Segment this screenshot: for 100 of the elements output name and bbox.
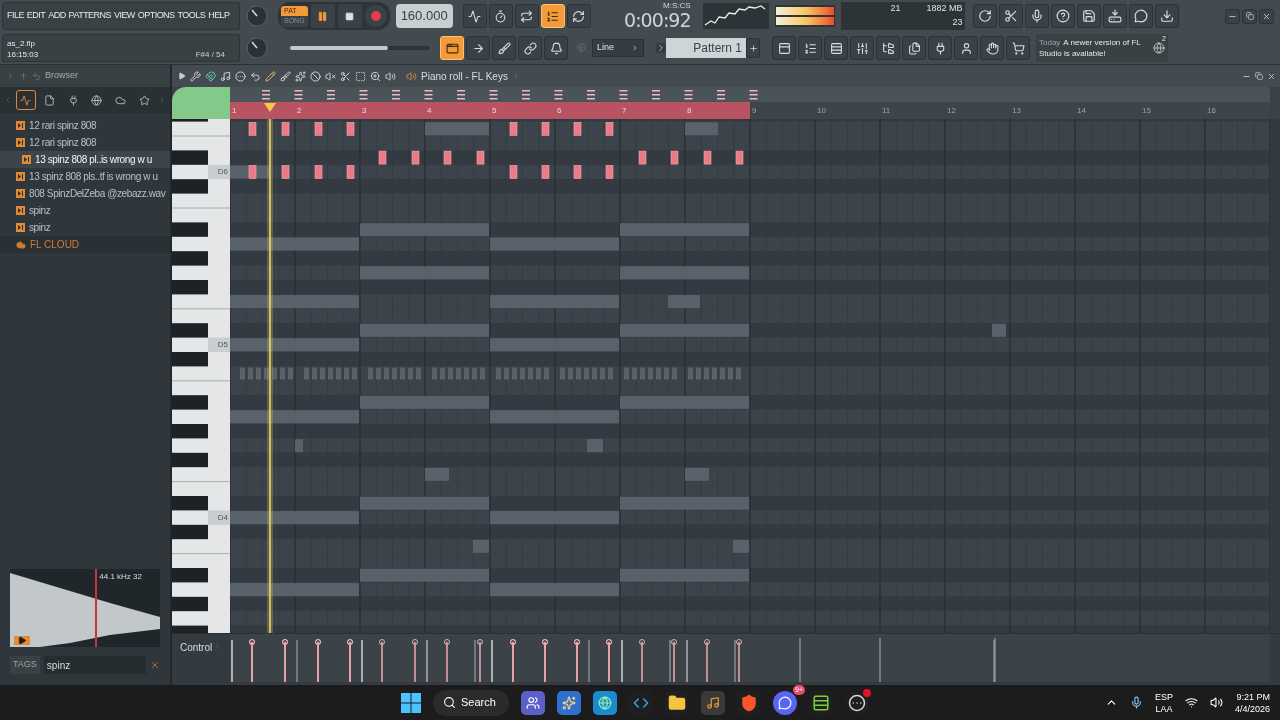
undo-icon[interactable] <box>250 70 261 82</box>
bar-number[interactable]: 3 <box>360 102 425 119</box>
taskbar-button[interactable] <box>773 690 797 715</box>
help-button[interactable] <box>1050 4 1075 28</box>
close-icon[interactable] <box>1267 71 1276 81</box>
close-icon[interactable] <box>150 660 160 670</box>
restore-icon[interactable] <box>1255 71 1263 80</box>
wrench-icon[interactable] <box>190 70 201 82</box>
microphone-icon[interactable] <box>1129 696 1143 709</box>
play-icon[interactable] <box>178 72 186 80</box>
clock-date[interactable]: 4/4/2026 <box>1234 702 1270 715</box>
taskbar-button[interactable] <box>701 690 725 715</box>
knob-icon[interactable] <box>246 37 268 59</box>
tool-button[interactable] <box>518 36 542 60</box>
snap-dropdown[interactable]: Line <box>592 39 644 57</box>
tool-button[interactable] <box>492 36 516 60</box>
start-icon[interactable] <box>401 692 421 713</box>
velocity-drawing[interactable] <box>230 634 1270 682</box>
save-button[interactable] <box>1076 4 1101 28</box>
mute-icon[interactable] <box>325 70 336 82</box>
wifi-icon[interactable] <box>1184 696 1198 709</box>
taskbar-button[interactable] <box>557 690 581 715</box>
cloud-item[interactable]: FL CLOUD <box>0 236 170 253</box>
bar-number[interactable]: 15 <box>1140 102 1205 119</box>
magnet-icon[interactable] <box>205 70 216 82</box>
bar-number[interactable]: 8 <box>685 102 750 119</box>
menu-item[interactable]: PATTERNS <box>68 9 111 23</box>
pattern-selector[interactable]: Pattern 1 <box>666 38 746 58</box>
main-slider[interactable] <box>290 46 430 50</box>
bar-number[interactable]: 9 <box>750 102 815 119</box>
bar-number[interactable]: 11 <box>880 102 945 119</box>
hand-button[interactable] <box>980 36 1004 60</box>
plug-button[interactable] <box>928 36 952 60</box>
toggle-button[interactable] <box>514 4 539 28</box>
menu-item[interactable]: ADD <box>48 9 66 23</box>
browser-item[interactable]: 12 rari spinz 808 <box>0 117 170 134</box>
person-button[interactable] <box>954 36 978 60</box>
folder-tree-button[interactable] <box>876 36 900 60</box>
menu-item[interactable]: EDIT <box>26 9 46 23</box>
bar-number[interactable]: 13 <box>1010 102 1075 119</box>
bar-number[interactable]: 1 <box>230 102 295 119</box>
clock-time[interactable]: 9:21 PM <box>1236 690 1270 703</box>
browser-item[interactable]: spinz <box>0 202 170 219</box>
scissors-button[interactable] <box>998 4 1023 28</box>
speaker-icon[interactable] <box>385 70 396 82</box>
bar-number[interactable]: 4 <box>425 102 490 119</box>
rows-button[interactable] <box>824 36 848 60</box>
download-button[interactable] <box>1154 4 1179 28</box>
waveform-tab[interactable] <box>15 90 36 110</box>
restore-button[interactable] <box>1242 8 1257 24</box>
pencil-icon[interactable] <box>265 70 276 82</box>
bar-number[interactable]: 14 <box>1075 102 1140 119</box>
minimize-button[interactable] <box>1225 8 1240 24</box>
knob-icon[interactable] <box>246 5 268 27</box>
scissors-icon[interactable] <box>340 70 351 82</box>
brush-icon[interactable] <box>280 70 291 82</box>
microphone-button[interactable] <box>1024 4 1049 28</box>
control-lane-label[interactable]: Control <box>180 640 213 655</box>
save-download-button[interactable] <box>1102 4 1127 28</box>
menu-circle-icon[interactable] <box>235 70 246 82</box>
browser-item[interactable]: 13 spinz 808 pls..tf is wrong w u <box>0 168 170 185</box>
play-icon[interactable] <box>14 636 30 645</box>
language-indicator[interactable]: ESP <box>1154 690 1173 703</box>
globe-icon[interactable] <box>1153 42 1165 54</box>
menu-item[interactable]: OPTIONS <box>137 9 175 23</box>
tool-button[interactable] <box>466 36 490 60</box>
taskbar-button[interactable] <box>521 690 545 715</box>
pause-button[interactable] <box>310 4 335 28</box>
toggle-button[interactable] <box>462 4 487 28</box>
menu-item[interactable]: FILE <box>7 9 24 23</box>
browser-item[interactable]: 808 SpinzDelZeba @zebazz.wav <box>0 185 170 202</box>
browser-item[interactable]: 13 spinz 808 pl..is wrong w u <box>0 151 170 168</box>
menu-item[interactable]: HELP <box>208 9 230 23</box>
bar-number[interactable]: 16 <box>1205 102 1270 119</box>
sparkles-icon[interactable] <box>295 70 306 82</box>
bar-number[interactable]: 12 <box>945 102 1010 119</box>
bar-number[interactable]: 10 <box>815 102 880 119</box>
zoom-icon[interactable] <box>370 70 381 82</box>
browser-item[interactable]: 12 rari spinz 808 <box>0 134 170 151</box>
note-icon[interactable] <box>220 70 231 82</box>
piano-keyboard-drawing[interactable] <box>172 119 230 633</box>
tempo-field[interactable]: 160.000 <box>395 4 453 28</box>
taskbar-button[interactable] <box>593 690 617 715</box>
add-pattern-button[interactable] <box>746 38 760 58</box>
tool-button[interactable] <box>544 36 568 60</box>
select-icon[interactable] <box>355 70 366 82</box>
tags-field[interactable]: spinz <box>43 656 146 674</box>
caret-icon[interactable] <box>656 43 666 53</box>
browser-item[interactable]: spinz <box>0 219 170 236</box>
close-button[interactable] <box>1259 8 1274 24</box>
search-button[interactable]: Search <box>433 689 509 716</box>
keyboard-layout[interactable]: LAA <box>1155 702 1173 715</box>
bar-number[interactable]: 5 <box>490 102 555 119</box>
ban-icon[interactable] <box>310 70 321 82</box>
menu-item[interactable]: VIEW <box>113 9 135 23</box>
files-button[interactable] <box>902 36 926 60</box>
stop-button[interactable] <box>337 4 362 28</box>
volume-icon[interactable] <box>1209 696 1223 709</box>
bar-number[interactable]: 7 <box>620 102 685 119</box>
list-button[interactable] <box>798 36 822 60</box>
